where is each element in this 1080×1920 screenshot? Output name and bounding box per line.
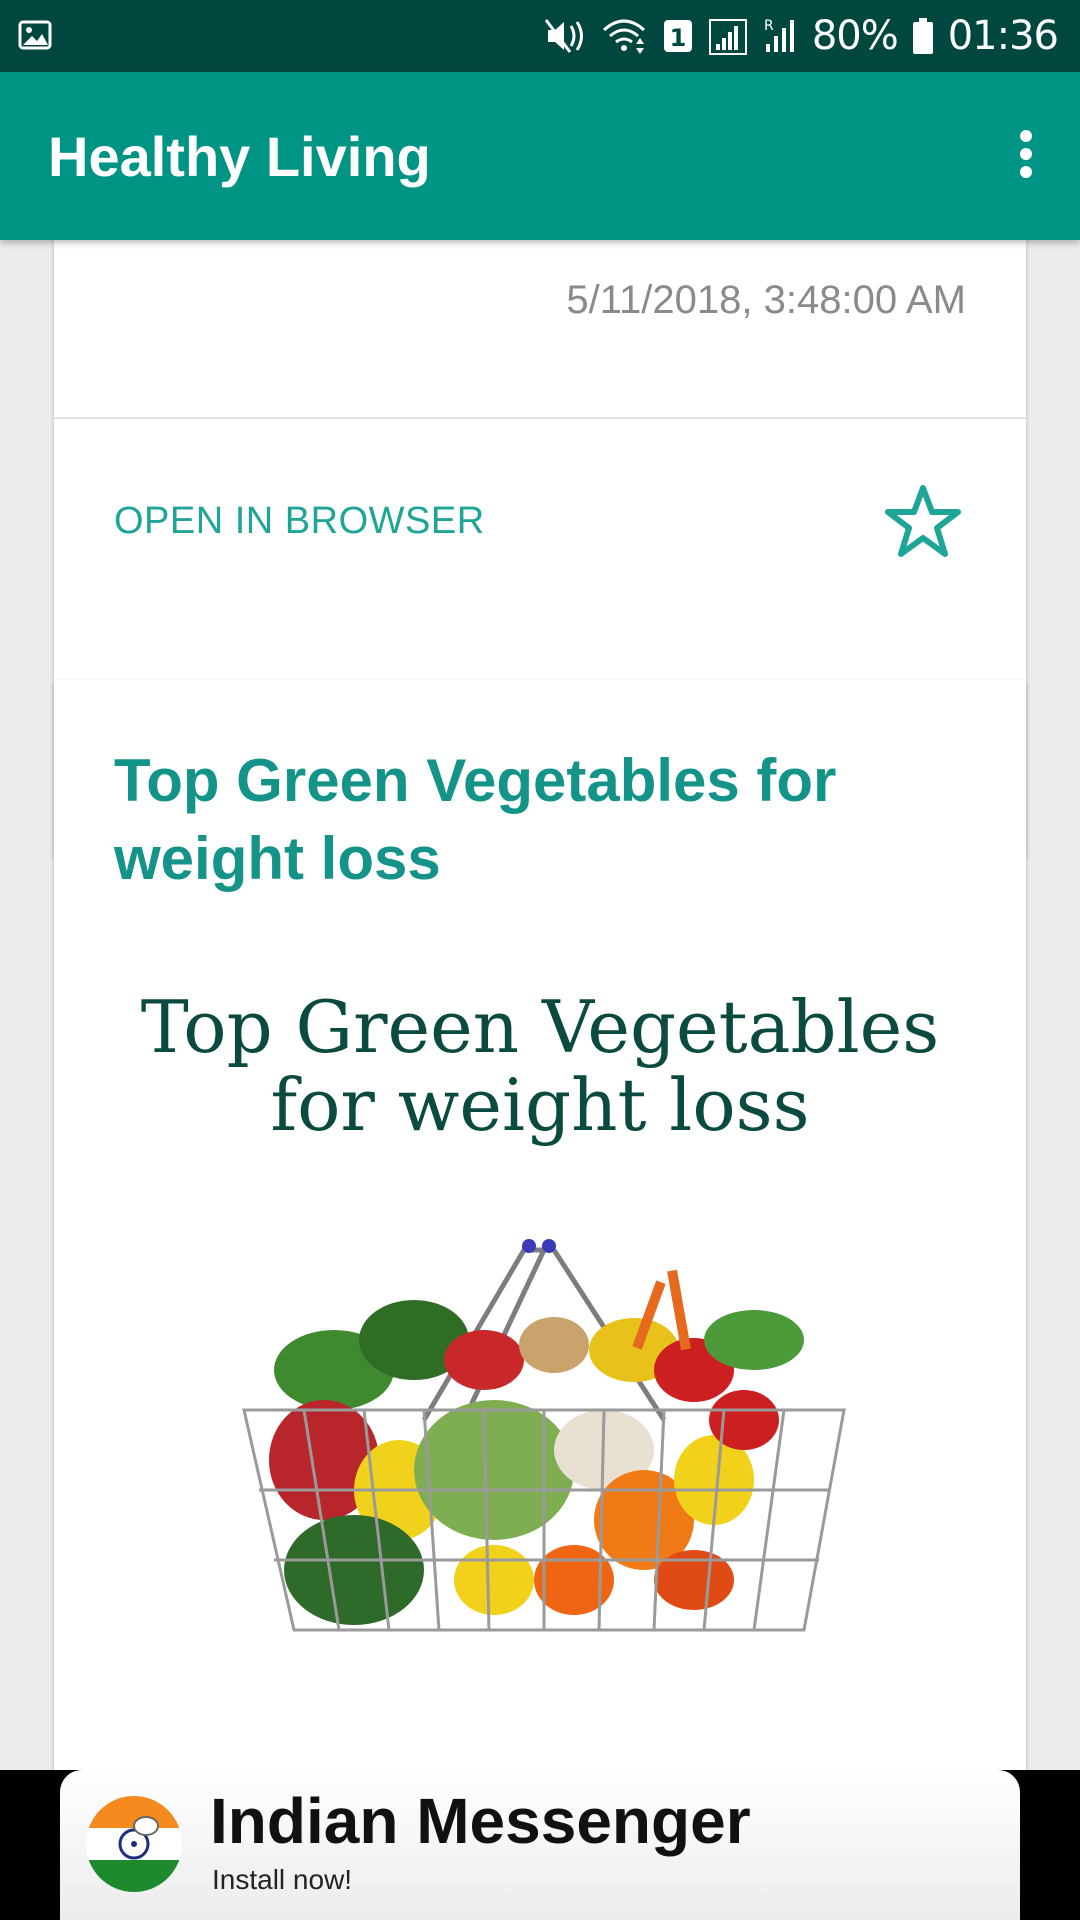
article-heading: Top Green Vegetables for weight loss [140,985,940,1147]
app-bar: Healthy Living [0,72,1080,240]
roaming-signal-icon: R [762,16,798,56]
vegetable-basket-image [224,1210,864,1650]
svg-text:R: R [764,18,774,34]
article-date: 5/11/2018, 3:48:00 AM [566,278,966,322]
open-in-browser-button[interactable]: OPEN IN BROWSER [114,500,485,543]
status-clock: 01:36 [947,13,1059,59]
india-flag-icon [86,1796,182,1892]
card-divider [54,417,1026,419]
battery-percentage: 80% [811,13,899,59]
svg-text:1: 1 [669,24,686,52]
ad-title[interactable]: Indian Messenger [210,1784,751,1858]
status-bar: 1 R 80% 01:36 [0,0,1080,72]
mute-icon [544,16,586,56]
image-icon [18,18,52,52]
signal-icon [708,16,748,56]
more-vert-icon[interactable] [1006,124,1046,184]
battery-icon [912,16,934,56]
article-title[interactable]: Top Green Vegetables for weight loss [114,742,954,898]
ad-banner[interactable]: Indian Messenger Install now! [0,1770,1080,1920]
article-card[interactable]: Top Green Vegetables for weight loss Top… [54,680,1026,1770]
ad-install-link[interactable]: Install now! [212,1864,352,1896]
article-list[interactable]: 5/11/2018, 3:48:00 AM OPEN IN BROWSER To… [0,240,1080,1770]
wifi-icon [600,16,648,56]
app-title: Healthy Living [48,125,431,188]
star-outline-icon[interactable] [884,482,962,560]
sim-icon: 1 [662,16,694,56]
ad-card[interactable]: Indian Messenger Install now! [60,1770,1020,1920]
